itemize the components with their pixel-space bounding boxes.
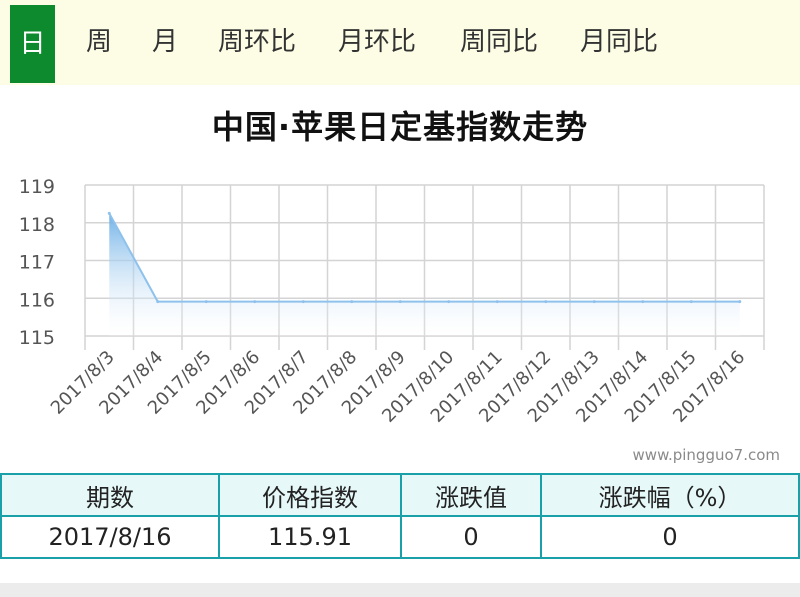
tab-day[interactable]: 日 (10, 5, 55, 83)
summary-table: 期数 价格指数 涨跌值 涨跌幅（%） 2017/8/16 115.91 0 0 (0, 473, 800, 559)
tab-week[interactable]: 周 (86, 0, 112, 85)
data-point (301, 300, 305, 304)
data-point (495, 300, 499, 304)
data-point (156, 300, 160, 304)
table-row: 2017/8/16 115.91 0 0 (0, 515, 800, 559)
watermark: www.pingguo7.com (632, 446, 780, 464)
data-point (350, 300, 354, 304)
data-point (447, 300, 451, 304)
data-point (204, 300, 208, 304)
header-change-percent: 涨跌幅（%） (540, 473, 800, 517)
y-tick-label: 118 (19, 214, 55, 236)
table-header-row: 期数 价格指数 涨跌值 涨跌幅（%） (0, 473, 800, 517)
data-point (107, 211, 111, 215)
data-point (544, 300, 548, 304)
footer-bar (0, 583, 800, 597)
data-point (738, 300, 742, 304)
tab-month-on-month[interactable]: 月环比 (338, 0, 416, 85)
tab-month-year-on-year[interactable]: 月同比 (580, 0, 658, 85)
cell-change-value: 0 (400, 515, 542, 559)
cell-price-index: 115.91 (218, 515, 402, 559)
data-point (689, 300, 693, 304)
data-point (398, 300, 402, 304)
tab-week-year-on-year[interactable]: 周同比 (460, 0, 538, 85)
data-point (641, 300, 645, 304)
period-tab-bar: 日 周 月 周环比 月环比 周同比 月同比 (0, 0, 800, 85)
header-price-index: 价格指数 (218, 473, 402, 517)
y-tick-label: 117 (19, 252, 55, 274)
y-tick-label: 116 (19, 289, 55, 311)
y-tick-label: 115 (19, 327, 55, 349)
header-change-value: 涨跌值 (400, 473, 542, 517)
data-point (253, 300, 257, 304)
cell-period: 2017/8/16 (0, 515, 220, 559)
cell-change-percent: 0 (540, 515, 800, 559)
tab-week-on-week[interactable]: 周环比 (218, 0, 296, 85)
chart-title: 中国·苹果日定基指数走势 (211, 108, 589, 146)
tab-month[interactable]: 月 (152, 0, 178, 85)
y-tick-label: 119 (19, 176, 55, 198)
index-trend-chart: 1151161171181192017/8/32017/8/42017/8/52… (19, 176, 765, 427)
data-point (592, 300, 596, 304)
header-period: 期数 (0, 473, 220, 517)
